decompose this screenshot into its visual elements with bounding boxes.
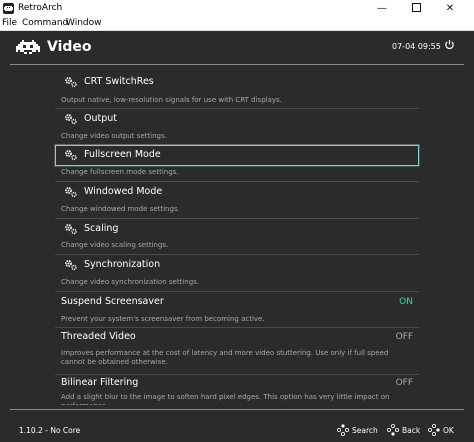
list-item-threaded-video[interactable]: Threaded Video OFF Improves performance … bbox=[55, 328, 419, 374]
item-label: Scaling bbox=[84, 223, 119, 234]
list-item-crt-switchres[interactable]: CRT SwitchRes Output native, low-resolut… bbox=[55, 72, 419, 108]
toggle-value[interactable]: OFF bbox=[396, 377, 413, 389]
item-description: Add a slight blur to the image to soften… bbox=[61, 393, 390, 405]
item-description: Output native, low-resolution signals fo… bbox=[61, 96, 282, 104]
header: Video 07-04 09:55 bbox=[0, 31, 474, 64]
maximize-icon bbox=[411, 2, 421, 12]
list-item-suspend-screensaver[interactable]: Suspend Screensaver ON Prevent your syst… bbox=[55, 292, 419, 328]
item-description: Prevent your system's screensaver from b… bbox=[61, 315, 265, 323]
item-description: Change video scaling settings. bbox=[61, 241, 169, 249]
back-label: Back bbox=[402, 426, 421, 435]
item-description: Change video output settings. bbox=[61, 132, 167, 140]
title-bar[interactable]: RetroArch — ✕ bbox=[0, 0, 474, 17]
list-item-windowed-mode[interactable]: Windowed Mode Change windowed mode setti… bbox=[55, 182, 419, 218]
power-icon[interactable] bbox=[444, 39, 455, 50]
list-item-output[interactable]: Output Change video output settings. bbox=[55, 109, 419, 145]
retroarch-app-icon bbox=[3, 3, 14, 14]
item-label: Threaded Video bbox=[61, 331, 136, 342]
gamepad-button-icon bbox=[387, 424, 399, 436]
settings-list: CRT SwitchRes Output native, low-resolut… bbox=[0, 65, 474, 405]
list-item-scaling[interactable]: Scaling Change video scaling settings. bbox=[55, 219, 419, 255]
item-description: Change video synchronization settings. bbox=[61, 278, 200, 286]
list-item-synchronization[interactable]: Synchronization Change video synchroniza… bbox=[55, 255, 419, 291]
close-button[interactable]: ✕ bbox=[434, 0, 466, 17]
item-label: Synchronization bbox=[84, 259, 161, 270]
footer: 1.10.2 - No Core Search Back OK bbox=[0, 410, 474, 442]
gear-icon bbox=[65, 114, 77, 125]
list-item-fullscreen-mode[interactable]: Fullscreen Mode Change fullscreen mode s… bbox=[55, 145, 419, 181]
item-description: Change windowed mode settings. bbox=[61, 205, 180, 213]
gear-icon bbox=[65, 260, 77, 271]
gear-icon bbox=[65, 77, 77, 88]
page-title: Video bbox=[47, 39, 92, 55]
item-label: Suspend Screensaver bbox=[61, 296, 164, 307]
item-label: Windowed Mode bbox=[84, 186, 163, 197]
version-label: 1.10.2 - No Core bbox=[19, 426, 81, 435]
retroarch-logo-icon bbox=[16, 40, 40, 54]
item-label: Bilinear Filtering bbox=[61, 377, 139, 388]
gamepad-button-icon bbox=[337, 424, 349, 436]
item-label: Fullscreen Mode bbox=[84, 149, 161, 160]
gamepad-button-icon bbox=[428, 424, 440, 436]
menu-file[interactable]: File bbox=[2, 17, 17, 30]
menu-bar: File Command Window bbox=[0, 17, 474, 31]
item-label: Output bbox=[84, 113, 117, 124]
menu-command[interactable]: Command bbox=[22, 17, 68, 30]
ok-label: OK bbox=[443, 426, 454, 435]
toggle-value[interactable]: OFF bbox=[396, 331, 413, 343]
list-item-bilinear-filtering[interactable]: Bilinear Filtering OFF Add a slight blur… bbox=[55, 375, 419, 405]
toggle-value[interactable]: ON bbox=[399, 296, 413, 308]
clock: 07-04 09:55 bbox=[392, 42, 441, 51]
retroarch-window: RetroArch — ✕ File Command Window Video … bbox=[0, 0, 474, 442]
gear-icon bbox=[65, 224, 77, 235]
gear-icon bbox=[65, 187, 77, 198]
item-label: CRT SwitchRes bbox=[84, 76, 154, 87]
search-label: Search bbox=[352, 426, 378, 435]
item-description: Change fullscreen mode settings. bbox=[61, 168, 179, 176]
maximize-button[interactable] bbox=[400, 0, 432, 17]
gear-icon bbox=[65, 150, 77, 161]
item-description: Improves performance at the cost of late… bbox=[61, 349, 389, 366]
menu-window[interactable]: Window bbox=[66, 17, 102, 30]
window-title: RetroArch bbox=[18, 3, 63, 13]
minimize-button[interactable]: — bbox=[366, 0, 398, 17]
